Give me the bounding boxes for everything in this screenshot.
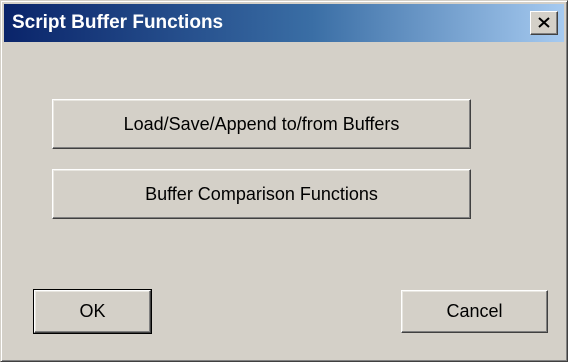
cancel-button[interactable]: Cancel (401, 290, 548, 333)
buffer-comparison-label: Buffer Comparison Functions (145, 183, 378, 204)
window-title: Script Buffer Functions (12, 12, 224, 33)
close-button[interactable] (530, 11, 558, 35)
ok-label: OK (79, 301, 106, 321)
load-save-append-label: Load/Save/Append to/from Buffers (123, 113, 400, 134)
cancel-label: Cancel (446, 301, 503, 321)
buffer-comparison-button[interactable]: Buffer Comparison Functions (52, 169, 471, 219)
ok-button[interactable]: OK (33, 289, 152, 334)
dialog-window: Script Buffer Functions Load/Save/Append… (0, 0, 568, 362)
close-icon (538, 17, 550, 28)
load-save-append-button[interactable]: Load/Save/Append to/from Buffers (52, 99, 471, 149)
title-bar[interactable]: Script Buffer Functions (4, 4, 564, 42)
